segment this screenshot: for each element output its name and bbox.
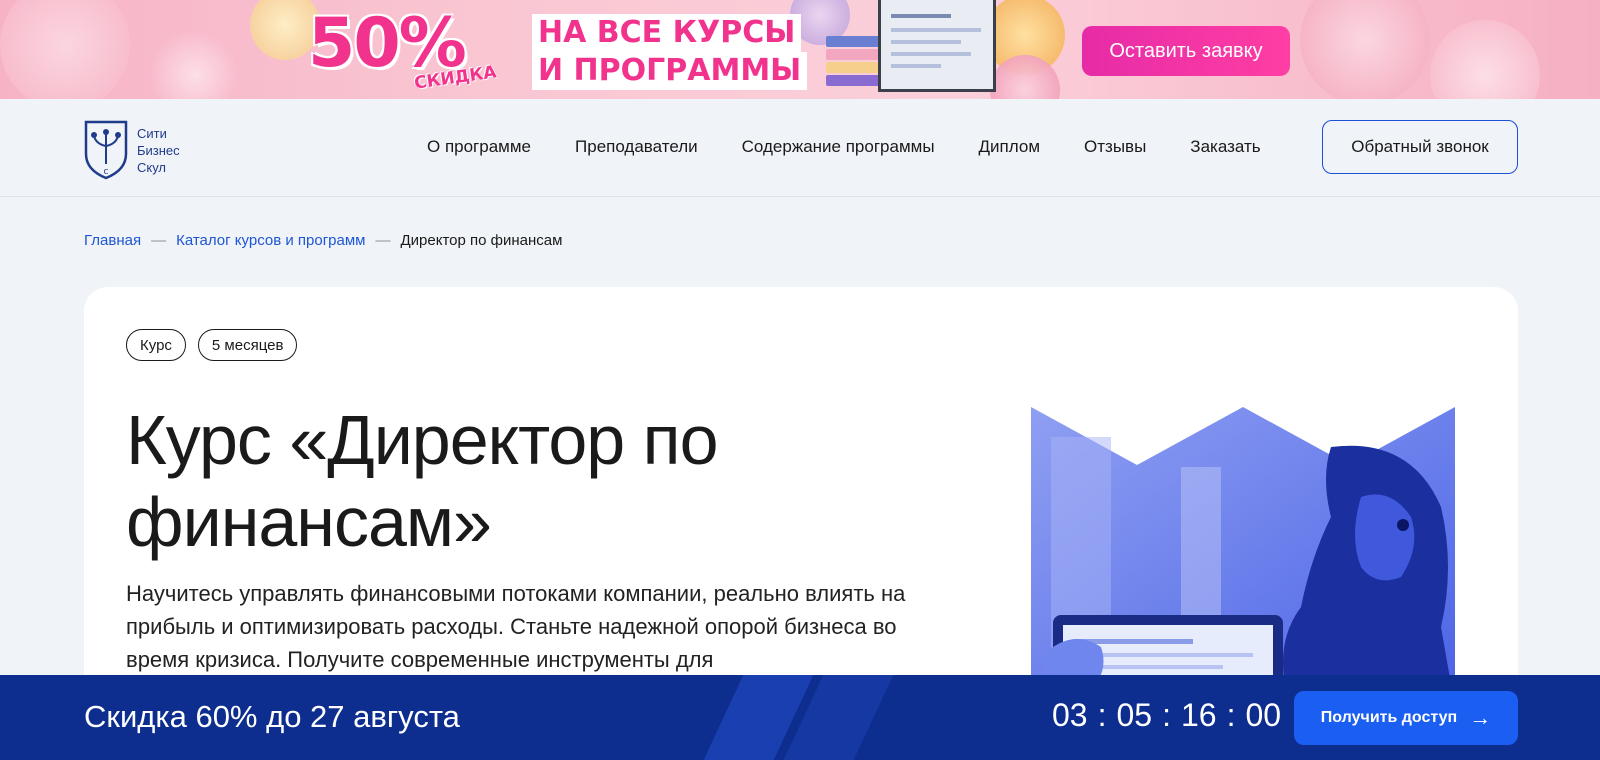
nav-curriculum[interactable]: Содержание программы bbox=[742, 137, 935, 157]
get-access-button[interactable]: Получить доступ → bbox=[1294, 691, 1518, 745]
course-description: Научитесь управлять финансовыми потоками… bbox=[126, 581, 906, 672]
logo[interactable]: с Сити Бизнес Скул bbox=[84, 120, 180, 180]
timer-separator: : bbox=[1162, 697, 1171, 733]
promo-headline-line1: НА ВСЕ КУРСЫ bbox=[532, 14, 802, 52]
get-access-label: Получить доступ bbox=[1320, 709, 1458, 726]
flower-decoration bbox=[1430, 20, 1540, 99]
nav-reviews[interactable]: Отзывы bbox=[1084, 137, 1146, 157]
nav-about[interactable]: О программе bbox=[427, 137, 531, 157]
promo-apply-button[interactable]: Оставить заявку bbox=[1082, 26, 1290, 76]
promo-banner[interactable]: 50% СКИДКА НА ВСЕ КУРСЫ И ПРОГРАММЫ Оста… bbox=[0, 0, 1600, 99]
main-nav: О программе Преподаватели Содержание про… bbox=[427, 137, 1305, 157]
logo-line: Бизнес bbox=[137, 142, 180, 158]
discount-offer: Скидка 60% до 27 августа bbox=[84, 699, 460, 734]
hero-image bbox=[1031, 407, 1455, 707]
breadcrumb-home[interactable]: Главная bbox=[84, 232, 141, 249]
page-title: Курс «Директор по финансам» bbox=[126, 401, 719, 561]
logo-line: Скул bbox=[137, 159, 167, 175]
breadcrumb-separator: — bbox=[375, 232, 391, 249]
breadcrumb: Главная — Каталог курсов и программ — Ди… bbox=[84, 232, 562, 249]
breadcrumb-separator: — bbox=[151, 232, 167, 249]
nav-teachers[interactable]: Преподаватели bbox=[575, 137, 698, 157]
arrow-right-icon: → bbox=[1469, 705, 1492, 730]
discount-bar: Скидка 60% до 27 августа 03 : 05 : 16 : … bbox=[0, 675, 1600, 760]
timer-minutes: 16 bbox=[1180, 697, 1217, 733]
breadcrumb-catalog[interactable]: Каталог курсов и программ bbox=[176, 232, 365, 249]
tag-type: Курс bbox=[126, 329, 186, 361]
flower-decoration bbox=[150, 30, 240, 99]
breadcrumb-current: Директор по финансам bbox=[400, 232, 563, 249]
flower-decoration bbox=[0, 0, 130, 99]
timer-days: 03 bbox=[1052, 697, 1088, 733]
timer-separator: : bbox=[1226, 697, 1236, 733]
site-header: с Сити Бизнес Скул О программе Преподава… bbox=[0, 99, 1600, 197]
svg-text:с: с bbox=[104, 167, 109, 177]
timer-seconds: 00 bbox=[1245, 697, 1282, 733]
logo-text: Сити Бизнес Скул bbox=[137, 125, 180, 176]
course-tags: Курс 5 месяцев bbox=[126, 329, 309, 361]
callback-button[interactable]: Обратный звонок bbox=[1322, 120, 1518, 174]
logo-line: Сити bbox=[137, 125, 167, 141]
shield-tree-icon: с bbox=[84, 120, 128, 180]
tag-duration: 5 месяцев bbox=[197, 329, 298, 361]
books-illustration bbox=[826, 36, 884, 92]
timer-separator: : bbox=[1097, 697, 1107, 733]
timer-hours: 05 bbox=[1116, 697, 1153, 733]
nav-diploma[interactable]: Диплом bbox=[979, 137, 1040, 157]
promo-headline-line2: И ПРОГРАММЫ bbox=[532, 52, 808, 90]
nav-order[interactable]: Заказать bbox=[1190, 137, 1260, 157]
countdown-timer: 03 : 05 : 16 : 00 bbox=[1052, 697, 1281, 734]
laptop-illustration bbox=[878, 0, 996, 92]
flower-decoration bbox=[1300, 0, 1430, 99]
